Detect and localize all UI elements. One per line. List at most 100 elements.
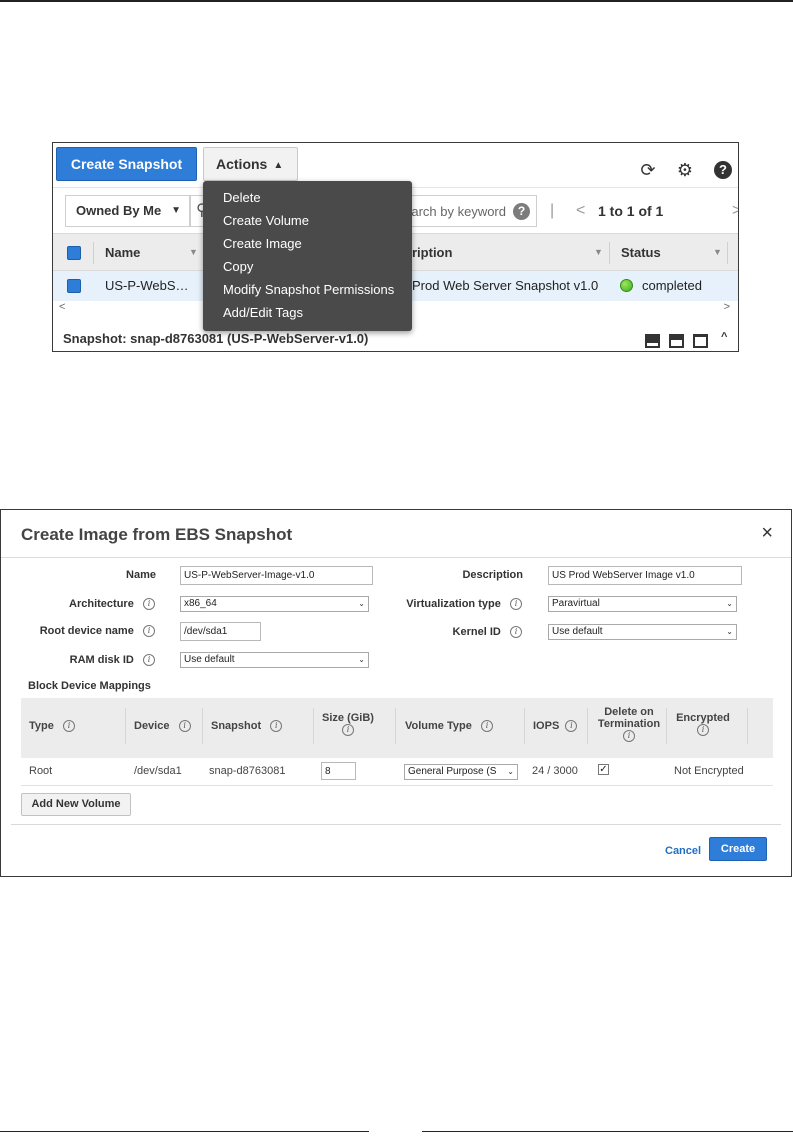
menu-item-edit-tags[interactable]: Add/Edit Tags	[203, 301, 412, 324]
close-icon[interactable]: ×	[761, 522, 773, 545]
ramdisk-label: RAM disk ID i	[21, 654, 155, 667]
create-button[interactable]: Create	[709, 837, 767, 861]
info-icon[interactable]: i	[143, 598, 155, 611]
block-device-header: Type i Device i Snapshot i Size (GiB) i V…	[21, 698, 773, 758]
owned-by-label: Owned By Me	[76, 203, 162, 218]
info-icon[interactable]: i	[510, 598, 522, 611]
cancel-button[interactable]: Cancel	[665, 845, 701, 857]
architecture-select[interactable]: x86_64 ⌄	[180, 596, 369, 612]
actions-menu: Delete Create Volume Create Image Copy M…	[203, 181, 412, 331]
cell-type: Root	[29, 765, 53, 777]
block-device-title: Block Device Mappings	[28, 680, 151, 692]
cell-snapshot: snap-d8763081	[209, 765, 286, 777]
dialog-title: Create Image from EBS Snapshot	[21, 525, 293, 544]
actions-button[interactable]: Actions ▲	[203, 147, 298, 181]
sort-icon[interactable]: ▼	[713, 247, 722, 257]
info-icon[interactable]: i	[143, 625, 155, 638]
row-status: completed	[642, 278, 702, 293]
footer-rule-left	[0, 1131, 369, 1132]
column-divider	[524, 708, 525, 744]
search-help-icon[interactable]: ?	[513, 203, 530, 220]
layout-bottom-icon[interactable]	[645, 334, 660, 348]
header-device: Device i	[134, 720, 191, 733]
info-icon[interactable]: i	[697, 724, 709, 737]
chevron-up-icon[interactable]: ^	[721, 331, 727, 343]
dialog-header: Create Image from EBS Snapshot ×	[1, 510, 791, 558]
cell-iops: 24 / 3000	[532, 765, 578, 777]
column-divider	[93, 242, 94, 264]
info-icon[interactable]: i	[143, 654, 155, 667]
root-device-field[interactable]: /dev/sda1	[180, 622, 261, 641]
info-icon[interactable]: i	[342, 724, 354, 737]
chevron-down-icon: ⌄	[358, 599, 365, 608]
column-divider	[747, 708, 748, 744]
ramdisk-select[interactable]: Use default ⌄	[180, 652, 369, 668]
header-type: Type i	[29, 720, 76, 733]
layout-split-icon[interactable]	[669, 334, 684, 348]
info-icon[interactable]: i	[565, 720, 578, 733]
info-icon[interactable]: i	[63, 720, 76, 733]
help-icon[interactable]: ?	[714, 161, 732, 179]
header-size: Size (GiB) i	[322, 712, 374, 737]
row-checkbox[interactable]	[67, 279, 81, 293]
status-ok-icon	[620, 279, 633, 292]
info-icon[interactable]: i	[178, 720, 191, 733]
chevron-up-icon: ▲	[273, 160, 284, 171]
description-label: Description	[462, 569, 523, 581]
snapshot-detail-label: Snapshot: snap-d8763081 (US-P-WebServer-…	[63, 331, 369, 346]
footer-rule-right	[422, 1131, 793, 1132]
menu-item-copy[interactable]: Copy	[203, 255, 412, 278]
prev-page-icon[interactable]: <	[576, 195, 585, 227]
refresh-icon[interactable]: ⟳	[637, 159, 659, 181]
chevron-down-icon: ▼	[171, 205, 181, 216]
name-field[interactable]: US-P-WebServer-Image-v1.0	[180, 566, 373, 585]
select-all-checkbox[interactable]	[67, 246, 81, 260]
chevron-down-icon: ⌄	[358, 655, 365, 664]
architecture-label: Architecture i	[21, 598, 155, 611]
gear-icon[interactable]: ⚙	[674, 159, 696, 181]
info-icon[interactable]: i	[270, 720, 283, 733]
menu-item-create-image[interactable]: Create Image	[203, 232, 412, 255]
virtualization-label: Virtualization type i	[381, 598, 522, 611]
create-image-dialog: Create Image from EBS Snapshot × Name US…	[0, 509, 792, 877]
description-field[interactable]: US Prod WebServer Image v1.0	[548, 566, 742, 585]
menu-item-modify-permissions[interactable]: Modify Snapshot Permissions	[203, 278, 412, 301]
size-field[interactable]: 8	[321, 762, 356, 780]
kernel-label: Kernel ID i	[401, 626, 522, 639]
search-placeholder: arch by keyword	[411, 204, 506, 219]
column-divider	[727, 242, 728, 264]
header-iops: IOPS i	[533, 720, 578, 733]
info-icon[interactable]: i	[481, 720, 493, 733]
column-header-name[interactable]: Name	[105, 234, 140, 272]
header-volume-type: Volume Type i	[405, 720, 493, 733]
delete-on-termination-checkbox[interactable]: ✓	[598, 764, 609, 775]
name-label: Name	[126, 569, 156, 581]
root-device-label: Root device name i	[11, 625, 155, 638]
menu-item-delete[interactable]: Delete	[203, 186, 412, 209]
cell-encrypted: Not Encrypted	[674, 765, 744, 777]
add-new-volume-button[interactable]: Add New Volume	[21, 793, 131, 816]
layout-top-icon[interactable]	[693, 334, 708, 348]
chevron-down-icon: ⌄	[507, 767, 514, 776]
menu-item-create-volume[interactable]: Create Volume	[203, 209, 412, 232]
next-page-icon[interactable]: >	[732, 195, 738, 227]
column-header-description[interactable]: ription	[412, 234, 452, 272]
scroll-right-icon[interactable]: >	[724, 301, 730, 313]
scroll-left-icon[interactable]: <	[59, 301, 65, 313]
info-icon[interactable]: i	[623, 730, 635, 743]
create-snapshot-button[interactable]: Create Snapshot	[56, 147, 197, 181]
kernel-select[interactable]: Use default ⌄	[548, 624, 737, 640]
owned-by-select[interactable]: Owned By Me ▼	[65, 195, 190, 227]
sort-icon[interactable]: ▼	[594, 247, 603, 257]
info-icon[interactable]: i	[510, 626, 522, 639]
cell-device: /dev/sda1	[134, 765, 182, 777]
table-row: Root /dev/sda1 snap-d8763081 8 General P…	[21, 758, 773, 786]
virtualization-select[interactable]: Paravirtual ⌄	[548, 596, 737, 612]
dialog-divider	[11, 824, 781, 825]
actions-button-label: Actions	[216, 156, 268, 172]
column-divider	[587, 708, 588, 744]
volume-type-select[interactable]: General Purpose (S ⌄	[404, 764, 518, 780]
sort-icon[interactable]: ▼	[189, 247, 198, 257]
column-header-status[interactable]: Status	[621, 234, 661, 272]
row-description: Prod Web Server Snapshot v1.0	[412, 278, 599, 293]
